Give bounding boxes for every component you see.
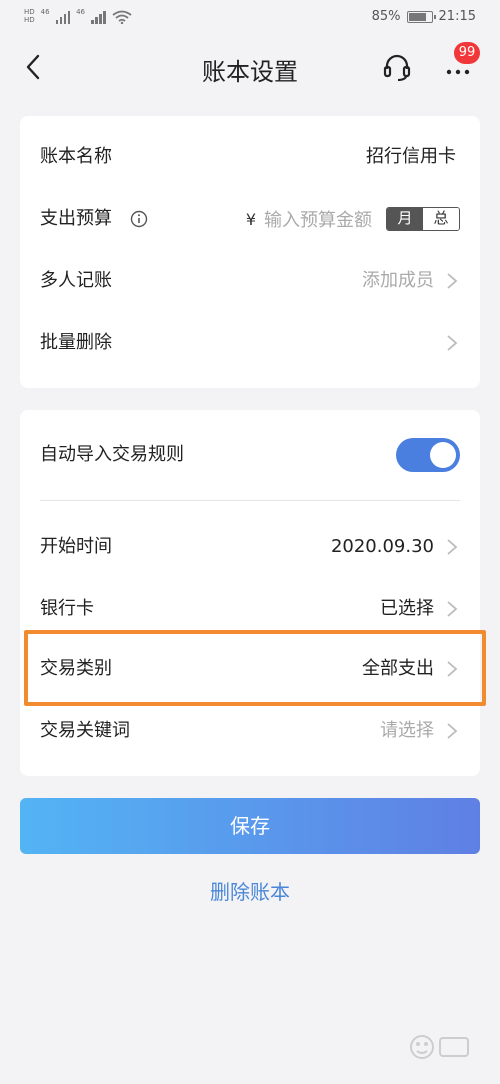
app-header: 账本设置 99 [0, 36, 500, 100]
page-title: 账本设置 [202, 58, 298, 86]
divider [40, 500, 460, 501]
members-row[interactable]: 多人记账 添加成员 [20, 250, 480, 312]
budget-input[interactable]: 输入预算金额 [264, 206, 372, 232]
battery-fill [408, 12, 426, 21]
toggle-knob [430, 442, 456, 468]
keyword-row[interactable]: 交易关键词 请选择 [20, 700, 480, 762]
budget-period-toggle[interactable]: 月 总 [386, 207, 460, 231]
signal-1-icon [55, 10, 71, 24]
highlight-box [24, 630, 486, 706]
headset-icon[interactable] [382, 52, 412, 82]
info-icon[interactable] [130, 210, 148, 228]
start-time-row[interactable]: 开始时间 2020.09.30 [20, 516, 480, 578]
wifi-icon [111, 10, 132, 24]
signal-2-label: 46 [76, 8, 85, 16]
budget-row: 支出预算 ¥ 输入预算金额 月 总 [20, 188, 480, 250]
auto-import-card: 自动导入交易规则 开始时间 2020.09.30 银行卡 已选择 交易类别 全部… [20, 410, 480, 776]
currency-symbol: ¥ [245, 209, 256, 229]
batch-delete-label: 批量删除 [40, 332, 112, 353]
signal-1-label: 46 [40, 8, 50, 16]
ledger-name-value: 招行信用卡 [366, 146, 456, 167]
start-time-label: 开始时间 [40, 536, 112, 557]
chevron-right-icon [447, 273, 458, 289]
delete-ledger-link[interactable]: 删除账本 [0, 876, 500, 905]
auto-import-toggle[interactable] [396, 438, 460, 472]
start-time-value: 2020.09.30 [330, 536, 434, 557]
chevron-right-icon [447, 539, 458, 555]
auto-import-label: 自动导入交易规则 [40, 444, 184, 465]
batch-delete-row[interactable]: 批量删除 [20, 312, 480, 374]
chevron-right-icon [447, 335, 458, 351]
clock: 21:15 [438, 9, 476, 24]
hd-indicator: HD HD [24, 8, 35, 24]
segment-total[interactable]: 总 [423, 208, 459, 230]
members-label: 多人记账 [40, 270, 112, 291]
chevron-right-icon [447, 601, 458, 617]
battery-percent: 85% [371, 9, 401, 24]
budget-label: 支出预算 [40, 208, 112, 229]
save-button[interactable]: 保存 [20, 798, 480, 854]
status-bar: HD HD 46 46 85% 21:15 [0, 0, 500, 36]
battery-icon [406, 10, 436, 23]
signal-2-icon [91, 10, 106, 24]
ledger-name-row[interactable]: 账本名称 招行信用卡 [20, 126, 480, 188]
watermark-logo [410, 1035, 469, 1059]
ledger-name-label: 账本名称 [40, 146, 112, 167]
notification-badge: 99 [454, 42, 480, 64]
ledger-settings-card: 账本名称 招行信用卡 支出预算 ¥ 输入预算金额 月 总 多人记账 添加成员 批… [20, 116, 480, 388]
keyword-label: 交易关键词 [40, 720, 130, 741]
chevron-right-icon [447, 723, 458, 739]
keyword-value: 请选择 [380, 720, 434, 741]
members-value: 添加成员 [362, 270, 434, 291]
segment-month[interactable]: 月 [387, 208, 423, 230]
